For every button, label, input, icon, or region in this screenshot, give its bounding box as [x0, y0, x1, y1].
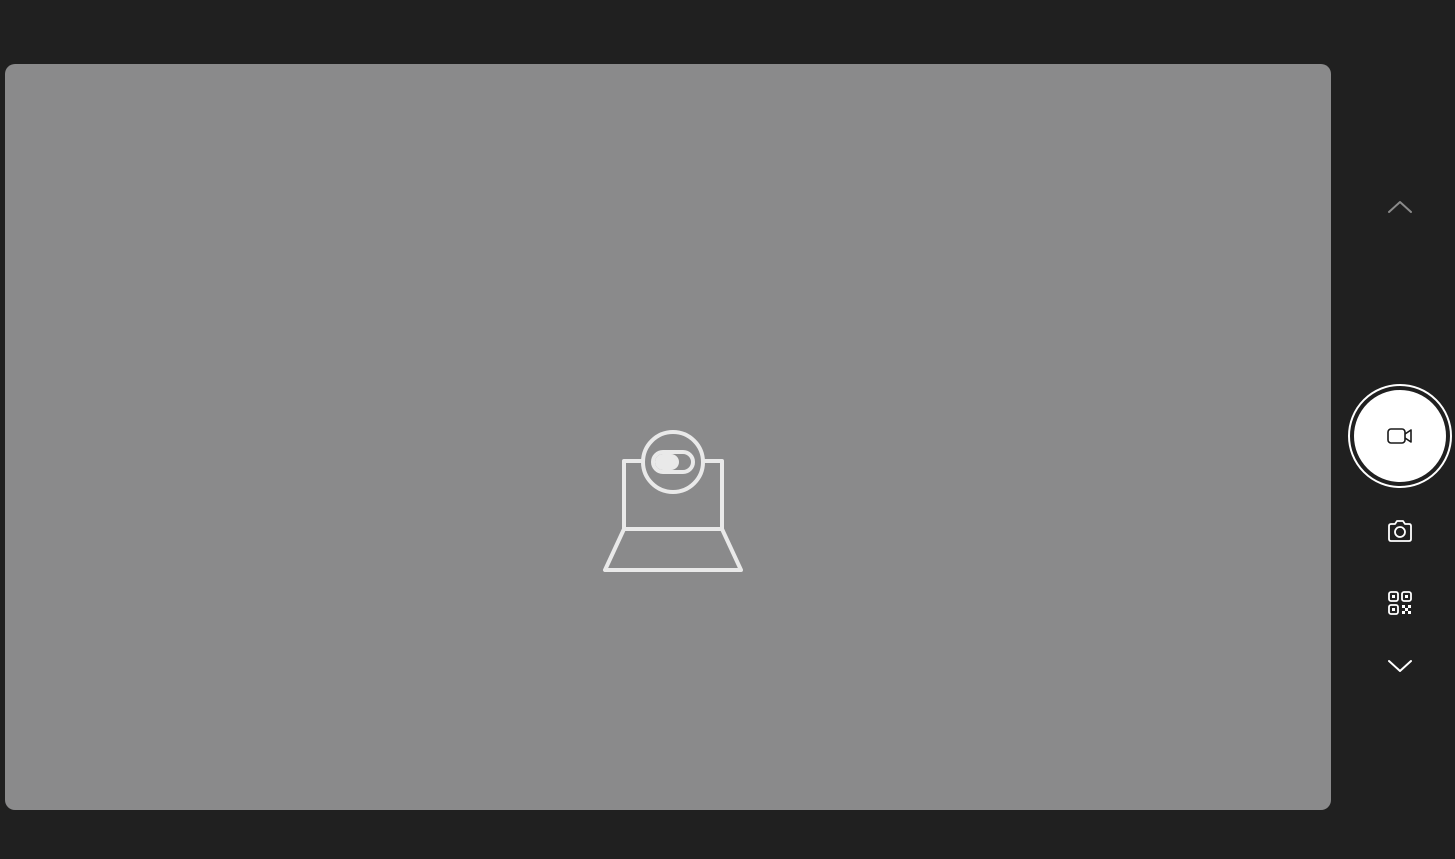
camera-controls: [1340, 0, 1455, 859]
photo-mode-button[interactable]: [1380, 514, 1420, 548]
camera-off-icon: [603, 430, 743, 572]
barcode-mode-button[interactable]: [1380, 586, 1420, 620]
scroll-down-button[interactable]: [1380, 651, 1420, 681]
scroll-up-button[interactable]: [1380, 192, 1420, 222]
qr-code-icon: [1388, 591, 1412, 615]
camera-icon: [1388, 520, 1412, 542]
chevron-down-icon: [1388, 660, 1412, 672]
camera-app: [0, 0, 1455, 859]
chevron-up-icon: [1388, 201, 1412, 213]
video-mode-button-fill: [1354, 390, 1446, 482]
camera-preview: [5, 64, 1331, 810]
video-mode-button[interactable]: [1348, 384, 1452, 488]
video-icon: [1387, 428, 1412, 444]
